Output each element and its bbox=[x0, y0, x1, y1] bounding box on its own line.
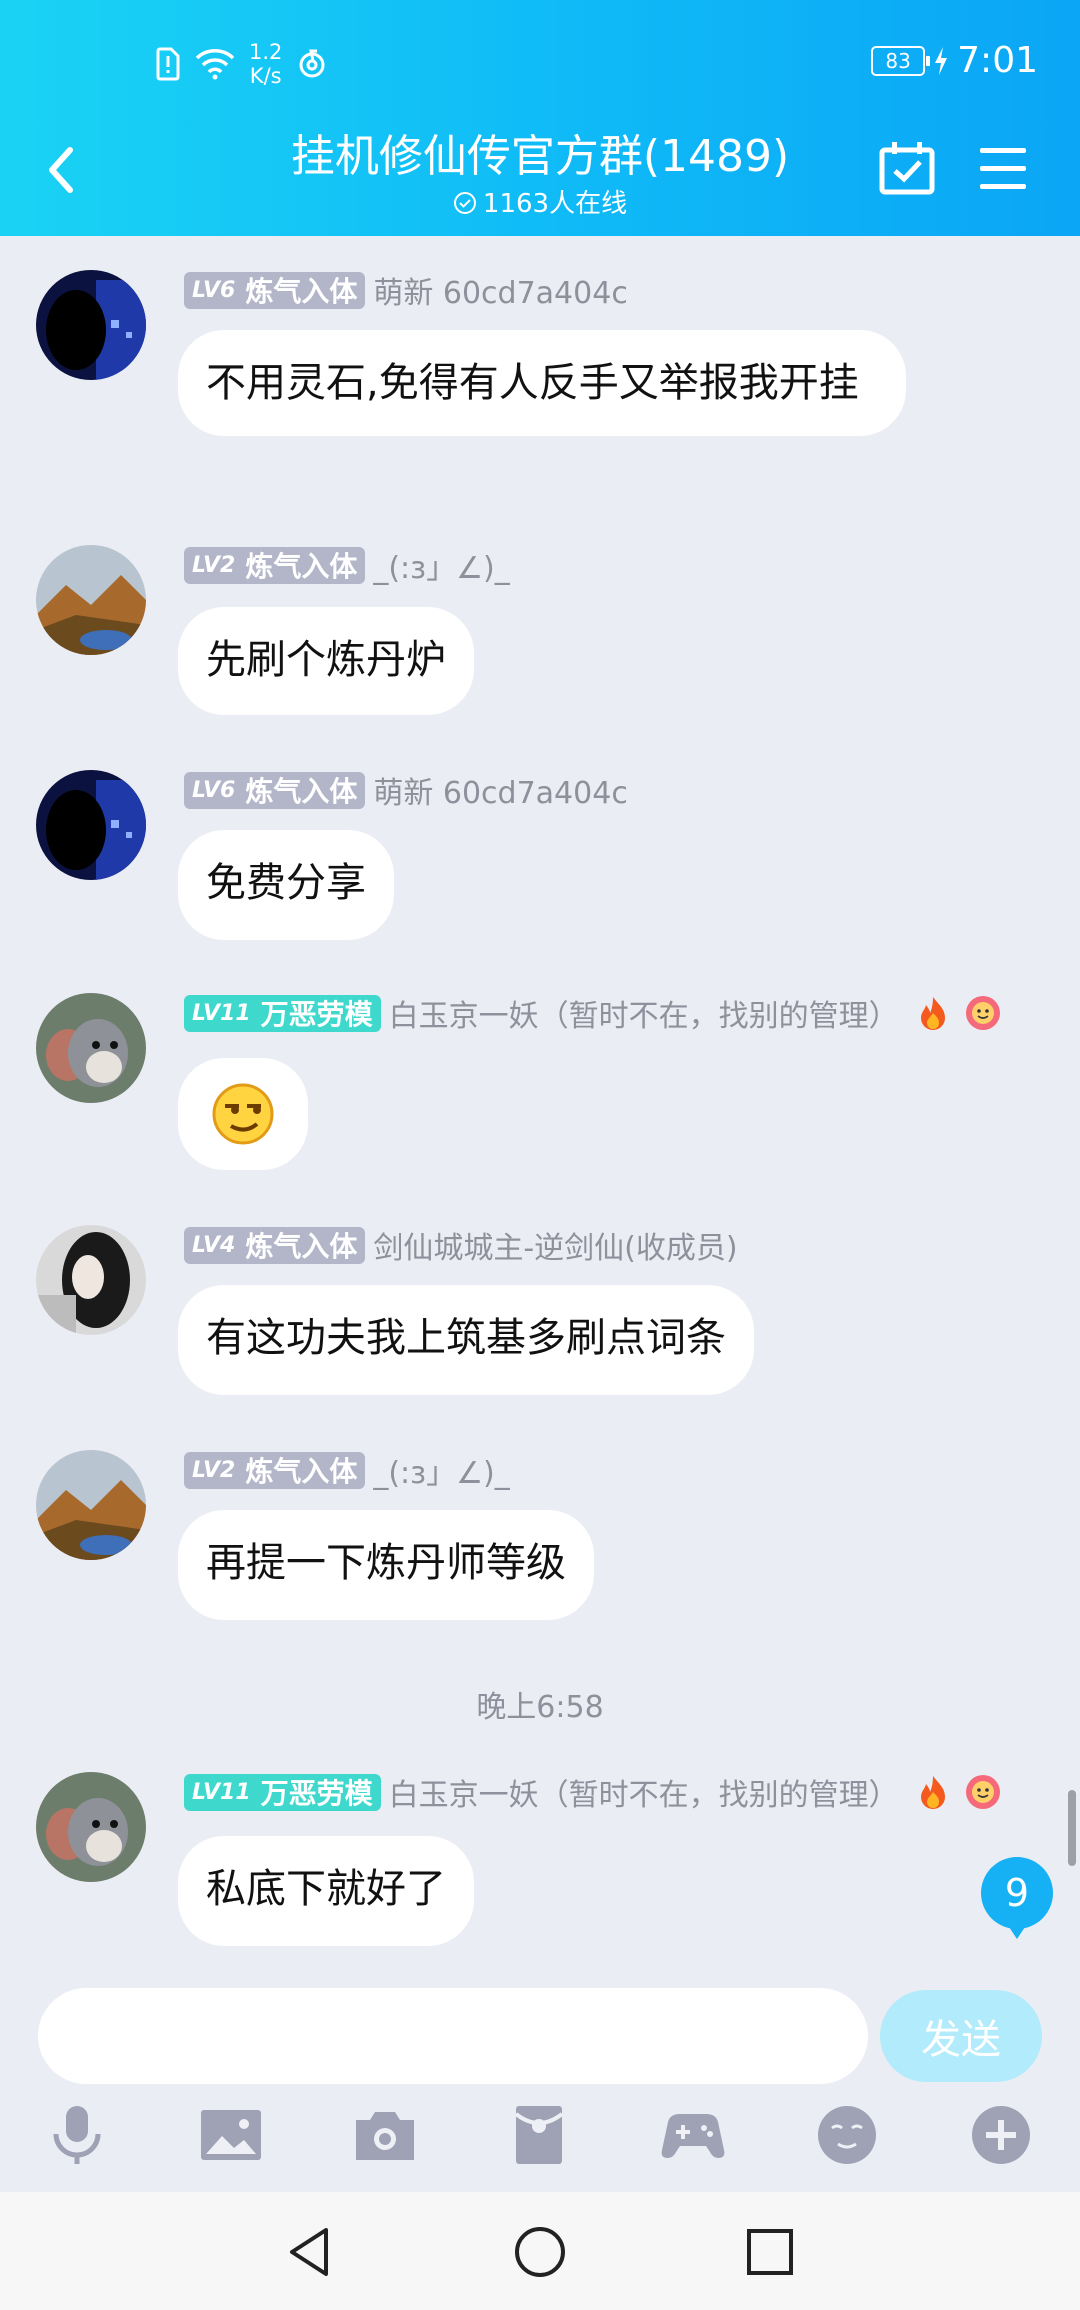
red-packet-icon bbox=[514, 2106, 564, 2164]
voice-button[interactable] bbox=[42, 2100, 112, 2170]
level-badge: LV6 炼气入体 bbox=[184, 771, 366, 809]
sender-name[interactable]: 白玉京一妖（暂时不在，找别的管理） bbox=[389, 991, 899, 1035]
microphone-icon bbox=[53, 2106, 101, 2164]
sender-name[interactable]: 剑仙城城主-逆剑仙(收成员) bbox=[373, 1223, 737, 1267]
medal-icons bbox=[915, 1774, 1001, 1810]
sender-meta: LV2 炼气入体 _(:з」∠)_ bbox=[184, 1448, 510, 1492]
status-bar-right: 83 7:01 bbox=[871, 40, 1038, 81]
emoji-icon bbox=[818, 2106, 876, 2164]
badge-title: 炼气入体 bbox=[245, 1455, 358, 1488]
flower-face-icon bbox=[965, 1775, 1000, 1809]
avatar[interactable] bbox=[36, 1225, 146, 1335]
avatar[interactable] bbox=[36, 545, 146, 655]
badge-level: LV11 bbox=[192, 1000, 251, 1026]
badge-level: LV2 bbox=[192, 552, 236, 578]
message-input[interactable] bbox=[38, 1988, 868, 2084]
sender-name[interactable]: _(:з」∠)_ bbox=[373, 543, 509, 587]
calendar-check-icon[interactable] bbox=[878, 140, 936, 196]
level-badge: LV4 炼气入体 bbox=[184, 1226, 366, 1264]
message-bubble[interactable]: 再提一下炼丹师等级 bbox=[178, 1510, 594, 1620]
badge-title: 炼气入体 bbox=[245, 275, 358, 308]
avatar[interactable] bbox=[36, 993, 146, 1103]
message-bubble[interactable]: 有这功夫我上筑基多刷点词条 bbox=[178, 1285, 754, 1395]
level-badge: LV11 万恶劳模 bbox=[184, 1773, 381, 1811]
sender-name[interactable]: 萌新 60cd7a404c bbox=[373, 768, 627, 812]
message-bubble[interactable] bbox=[178, 1058, 308, 1170]
charging-icon bbox=[935, 46, 948, 75]
badge-title: 炼气入体 bbox=[245, 775, 358, 808]
sender-meta: LV6 炼气入体 萌新 60cd7a404c bbox=[184, 768, 628, 812]
smirk-emoji-icon bbox=[212, 1083, 274, 1145]
sender-meta: LV4 炼气入体 剑仙城城主-逆剑仙(收成员) bbox=[184, 1223, 738, 1267]
camera-icon bbox=[356, 2112, 414, 2160]
net-speed-value: 1.2 bbox=[249, 40, 283, 64]
red-packet-button[interactable] bbox=[504, 2100, 574, 2170]
plus-icon bbox=[972, 2106, 1030, 2164]
sender-name[interactable]: 白玉京一妖（暂时不在，找别的管理） bbox=[389, 1770, 899, 1814]
time-separator: 晚上6:58 bbox=[476, 1690, 604, 1725]
badge-title: 万恶劳模 bbox=[260, 1777, 373, 1810]
badge-level: LV4 bbox=[192, 1232, 236, 1258]
sender-name[interactable]: 萌新 60cd7a404c bbox=[373, 268, 627, 312]
status-bar-left: 1.2 K/s bbox=[155, 40, 328, 88]
sender-meta: LV6 炼气入体 萌新 60cd7a404c bbox=[184, 268, 628, 312]
online-count-text: 1163人在线 bbox=[482, 189, 628, 219]
flame-icon bbox=[920, 1776, 945, 1809]
sender-name[interactable]: _(:з」∠)_ bbox=[373, 1448, 509, 1492]
input-bar: 发送 bbox=[0, 1970, 1080, 2192]
level-badge: LV6 炼气入体 bbox=[184, 271, 366, 309]
medal-icons bbox=[915, 995, 1001, 1031]
message-bubble[interactable]: 先刷个炼丹炉 bbox=[178, 607, 474, 715]
online-check-icon bbox=[453, 192, 476, 214]
avatar[interactable] bbox=[36, 270, 146, 380]
badge-level: LV6 bbox=[192, 277, 236, 303]
nav-home-icon[interactable] bbox=[510, 2222, 570, 2282]
net-speed-unit: K/s bbox=[249, 64, 282, 88]
sim-alert-icon bbox=[156, 47, 180, 81]
badge-title: 万恶劳模 bbox=[260, 998, 373, 1031]
badge-title: 炼气入体 bbox=[245, 1230, 358, 1263]
avatar[interactable] bbox=[36, 1450, 146, 1560]
message-bubble[interactable]: 免费分享 bbox=[178, 830, 394, 940]
image-icon bbox=[201, 2110, 261, 2160]
badge-level: LV6 bbox=[192, 777, 236, 803]
badge-level: LV2 bbox=[192, 1457, 236, 1483]
send-button[interactable]: 发送 bbox=[880, 1990, 1042, 2082]
more-button[interactable] bbox=[966, 2100, 1036, 2170]
message-bubble[interactable]: 私底下就好了 bbox=[178, 1836, 474, 1946]
sender-meta: LV11 万恶劳模 白玉京一妖（暂时不在，找别的管理） bbox=[184, 1770, 1001, 1814]
badge-title: 炼气入体 bbox=[245, 550, 358, 583]
wifi-icon bbox=[195, 49, 235, 80]
message-bubble[interactable]: 不用灵石,免得有人反手又举报我开挂 bbox=[178, 330, 906, 436]
menu-icon[interactable] bbox=[978, 146, 1028, 192]
sender-meta: LV11 万恶劳模 白玉京一妖（暂时不在，找别的管理） bbox=[184, 991, 1001, 1035]
camera-button[interactable] bbox=[350, 2100, 420, 2170]
nav-back-icon[interactable] bbox=[280, 2222, 340, 2282]
nav-recents-icon[interactable] bbox=[740, 2222, 800, 2282]
flame-icon bbox=[920, 997, 945, 1030]
gamepad-icon bbox=[661, 2114, 725, 2158]
sender-meta: LV2 炼气入体 _(:з」∠)_ bbox=[184, 543, 510, 587]
battery-indicator: 83 bbox=[871, 45, 931, 76]
avatar[interactable] bbox=[36, 770, 146, 880]
clock: 7:01 bbox=[957, 40, 1038, 81]
unread-count-badge[interactable]: 9 bbox=[981, 1857, 1053, 1939]
image-button[interactable] bbox=[196, 2100, 266, 2170]
chat-header: 1.2 K/s 83 7:01 挂机修仙传官方群(1489) 1163人在线 bbox=[0, 0, 1080, 236]
system-nav-bar bbox=[0, 2192, 1080, 2310]
badge-level: LV11 bbox=[192, 1779, 251, 1805]
netease-music-icon bbox=[299, 49, 325, 78]
emoji-button[interactable] bbox=[812, 2100, 882, 2170]
scrollbar[interactable] bbox=[1068, 1790, 1076, 1866]
flower-face-icon bbox=[965, 996, 1000, 1030]
net-speed: 1.2 K/s bbox=[249, 40, 282, 88]
battery-level: 83 bbox=[885, 48, 911, 73]
game-button[interactable] bbox=[658, 2100, 728, 2170]
level-badge: LV11 万恶劳模 bbox=[184, 994, 381, 1032]
level-badge: LV2 炼气入体 bbox=[184, 546, 366, 584]
level-badge: LV2 炼气入体 bbox=[184, 1451, 366, 1489]
avatar[interactable] bbox=[36, 1772, 146, 1882]
